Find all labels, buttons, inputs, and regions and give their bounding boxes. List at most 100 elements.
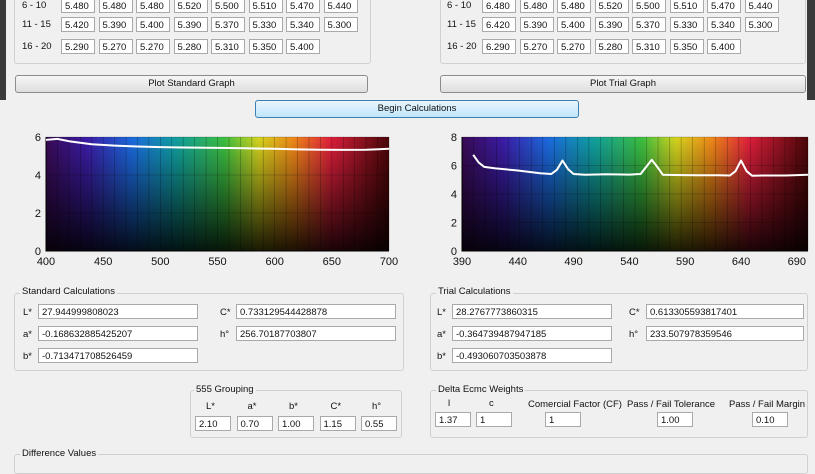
begin-calculations-button[interactable]: Begin Calculations [255, 100, 579, 118]
x-tick-label: 590 [676, 256, 694, 268]
value-cell[interactable]: 5.480 [98, 0, 133, 13]
value-cell[interactable]: 5.370 [211, 17, 245, 32]
window-right-edge [807, 0, 815, 100]
delta-margin-field[interactable]: 0.10 [752, 412, 788, 427]
grouping-value-field[interactable]: 0.55 [361, 416, 397, 431]
x-tick-label: 500 [151, 256, 169, 268]
value-cell[interactable]: 5.470 [286, 0, 320, 13]
delta-cf-field[interactable]: 1 [545, 412, 581, 427]
std-b-field[interactable]: -0.713471708526459 [38, 348, 198, 363]
trial-L-field[interactable]: 28.2767773860315 [452, 304, 612, 319]
value-cell[interactable]: 6.420 [482, 17, 516, 32]
difference-values-title: Difference Values [20, 448, 99, 459]
value-cell[interactable]: 5.390 [173, 17, 208, 32]
value-cell[interactable]: 5.400 [557, 17, 591, 32]
row-label: 11 - 15 [22, 19, 51, 30]
value-cell[interactable]: 5.350 [248, 39, 283, 54]
value-cell[interactable]: 5.370 [632, 17, 666, 32]
x-tick-label: 450 [94, 256, 112, 268]
value-cell[interactable]: 5.310 [211, 39, 245, 54]
y-tick-label: 6 [35, 132, 41, 144]
value-cell[interactable]: 5.330 [669, 17, 704, 32]
delta-l-field[interactable]: 1.37 [435, 412, 471, 427]
trial-a-field[interactable]: -0.364739487947185 [452, 326, 612, 341]
value-cell[interactable]: 5.480 [519, 0, 554, 13]
y-tick-label: 8 [451, 132, 457, 144]
value-cell[interactable]: 5.480 [136, 0, 170, 13]
value-cell[interactable]: 5.520 [594, 0, 629, 13]
value-cell[interactable]: 5.340 [286, 17, 320, 32]
value-cell[interactable]: 5.390 [519, 17, 554, 32]
value-cell[interactable]: 5.300 [744, 17, 779, 32]
grouping-value-field[interactable]: 1.00 [278, 416, 314, 431]
plot-trial-graph-button[interactable]: Plot Trial Graph [440, 75, 806, 93]
grouping-header: b* [289, 401, 298, 412]
x-tick-label: 600 [265, 256, 283, 268]
std-h-label: h° [220, 329, 230, 340]
delta-tolerance-field[interactable]: 1.00 [657, 412, 693, 427]
delta-c-field[interactable]: 1 [476, 412, 512, 427]
value-cell[interactable]: 5.340 [707, 17, 741, 32]
trial-C-field[interactable]: 0.613305593817401 [646, 304, 804, 319]
value-cell[interactable]: 5.390 [98, 17, 133, 32]
value-cell[interactable]: 5.300 [323, 17, 358, 32]
value-cell[interactable]: 5.470 [707, 0, 741, 13]
row-label: 16 - 20 [22, 41, 52, 52]
value-cell[interactable]: 5.350 [669, 39, 704, 54]
value-cell[interactable]: 5.480 [61, 0, 95, 13]
trial-calculations-title: Trial Calculations [436, 286, 513, 297]
value-cell[interactable]: 5.420 [61, 17, 95, 32]
delta-c-label: c [489, 398, 494, 409]
value-cell[interactable]: 5.500 [211, 0, 245, 13]
trial-h-label: h° [629, 329, 639, 340]
value-cell[interactable]: 5.310 [632, 39, 666, 54]
trial-a-label: a* [437, 329, 446, 340]
value-cell[interactable]: 5.270 [519, 39, 554, 54]
value-cell[interactable]: 5.270 [136, 39, 170, 54]
value-cell[interactable]: 5.270 [98, 39, 133, 54]
x-tick-label: 550 [208, 256, 226, 268]
std-L-label: L* [23, 307, 32, 318]
plot-standard-graph-button[interactable]: Plot Standard Graph [15, 75, 368, 93]
value-cell[interactable]: 5.330 [248, 17, 283, 32]
x-tick-label: 440 [509, 256, 527, 268]
trial-b-field[interactable]: -0.493060703503878 [452, 348, 612, 363]
value-cell[interactable]: 5.280 [594, 39, 629, 54]
value-cell[interactable]: 6.480 [482, 0, 516, 13]
std-C-field[interactable]: 0.733129544428878 [236, 304, 396, 319]
trial-h-field[interactable]: 233.507978359546 [646, 326, 804, 341]
value-cell[interactable]: 5.480 [557, 0, 591, 13]
value-cell[interactable]: 5.510 [248, 0, 283, 13]
std-h-field[interactable]: 256.70187703807 [236, 326, 396, 341]
value-cell[interactable]: 5.510 [669, 0, 704, 13]
value-cell[interactable]: 5.440 [744, 0, 779, 13]
value-cell[interactable]: 5.400 [286, 39, 320, 54]
grouping-header: a* [247, 401, 257, 412]
value-cell[interactable]: 5.290 [61, 39, 95, 54]
trial-spectrum-chart: 390 440 490 540 590 640 69002468 [451, 132, 809, 268]
value-cell[interactable]: 6.290 [482, 39, 516, 54]
grouping-value-field[interactable]: 1.15 [319, 416, 356, 431]
grouping-header: C* [330, 401, 342, 412]
grouping-value-field[interactable]: 2.10 [195, 416, 231, 431]
std-a-field[interactable]: -0.168632885425207 [38, 326, 198, 341]
y-tick-label: 0 [451, 246, 457, 258]
std-L-field[interactable]: 27.944999808023 [38, 304, 198, 319]
grouping-value-field[interactable]: 0.70 [236, 416, 273, 431]
value-cell[interactable]: 5.520 [173, 0, 208, 13]
value-cell[interactable]: 5.400 [707, 39, 741, 54]
value-cell[interactable]: 5.500 [632, 0, 666, 13]
grouping-header: L* [206, 401, 215, 412]
value-cell[interactable]: 5.270 [557, 39, 591, 54]
standard-spectrum-chart: 400 450 500 550 600 650 7000246 [35, 132, 398, 268]
delta-cf-label: Comercial Factor (CF) [528, 399, 622, 410]
difference-values-group [14, 454, 808, 474]
value-cell[interactable]: 5.390 [594, 17, 629, 32]
value-cell[interactable]: 5.280 [173, 39, 208, 54]
delta-l-label: l [448, 398, 451, 409]
value-cell[interactable]: 5.400 [136, 17, 170, 32]
y-tick-label: 2 [35, 208, 41, 220]
y-tick-label: 4 [451, 189, 457, 201]
value-cell[interactable]: 5.440 [323, 0, 358, 13]
trial-C-label: C* [629, 307, 640, 318]
